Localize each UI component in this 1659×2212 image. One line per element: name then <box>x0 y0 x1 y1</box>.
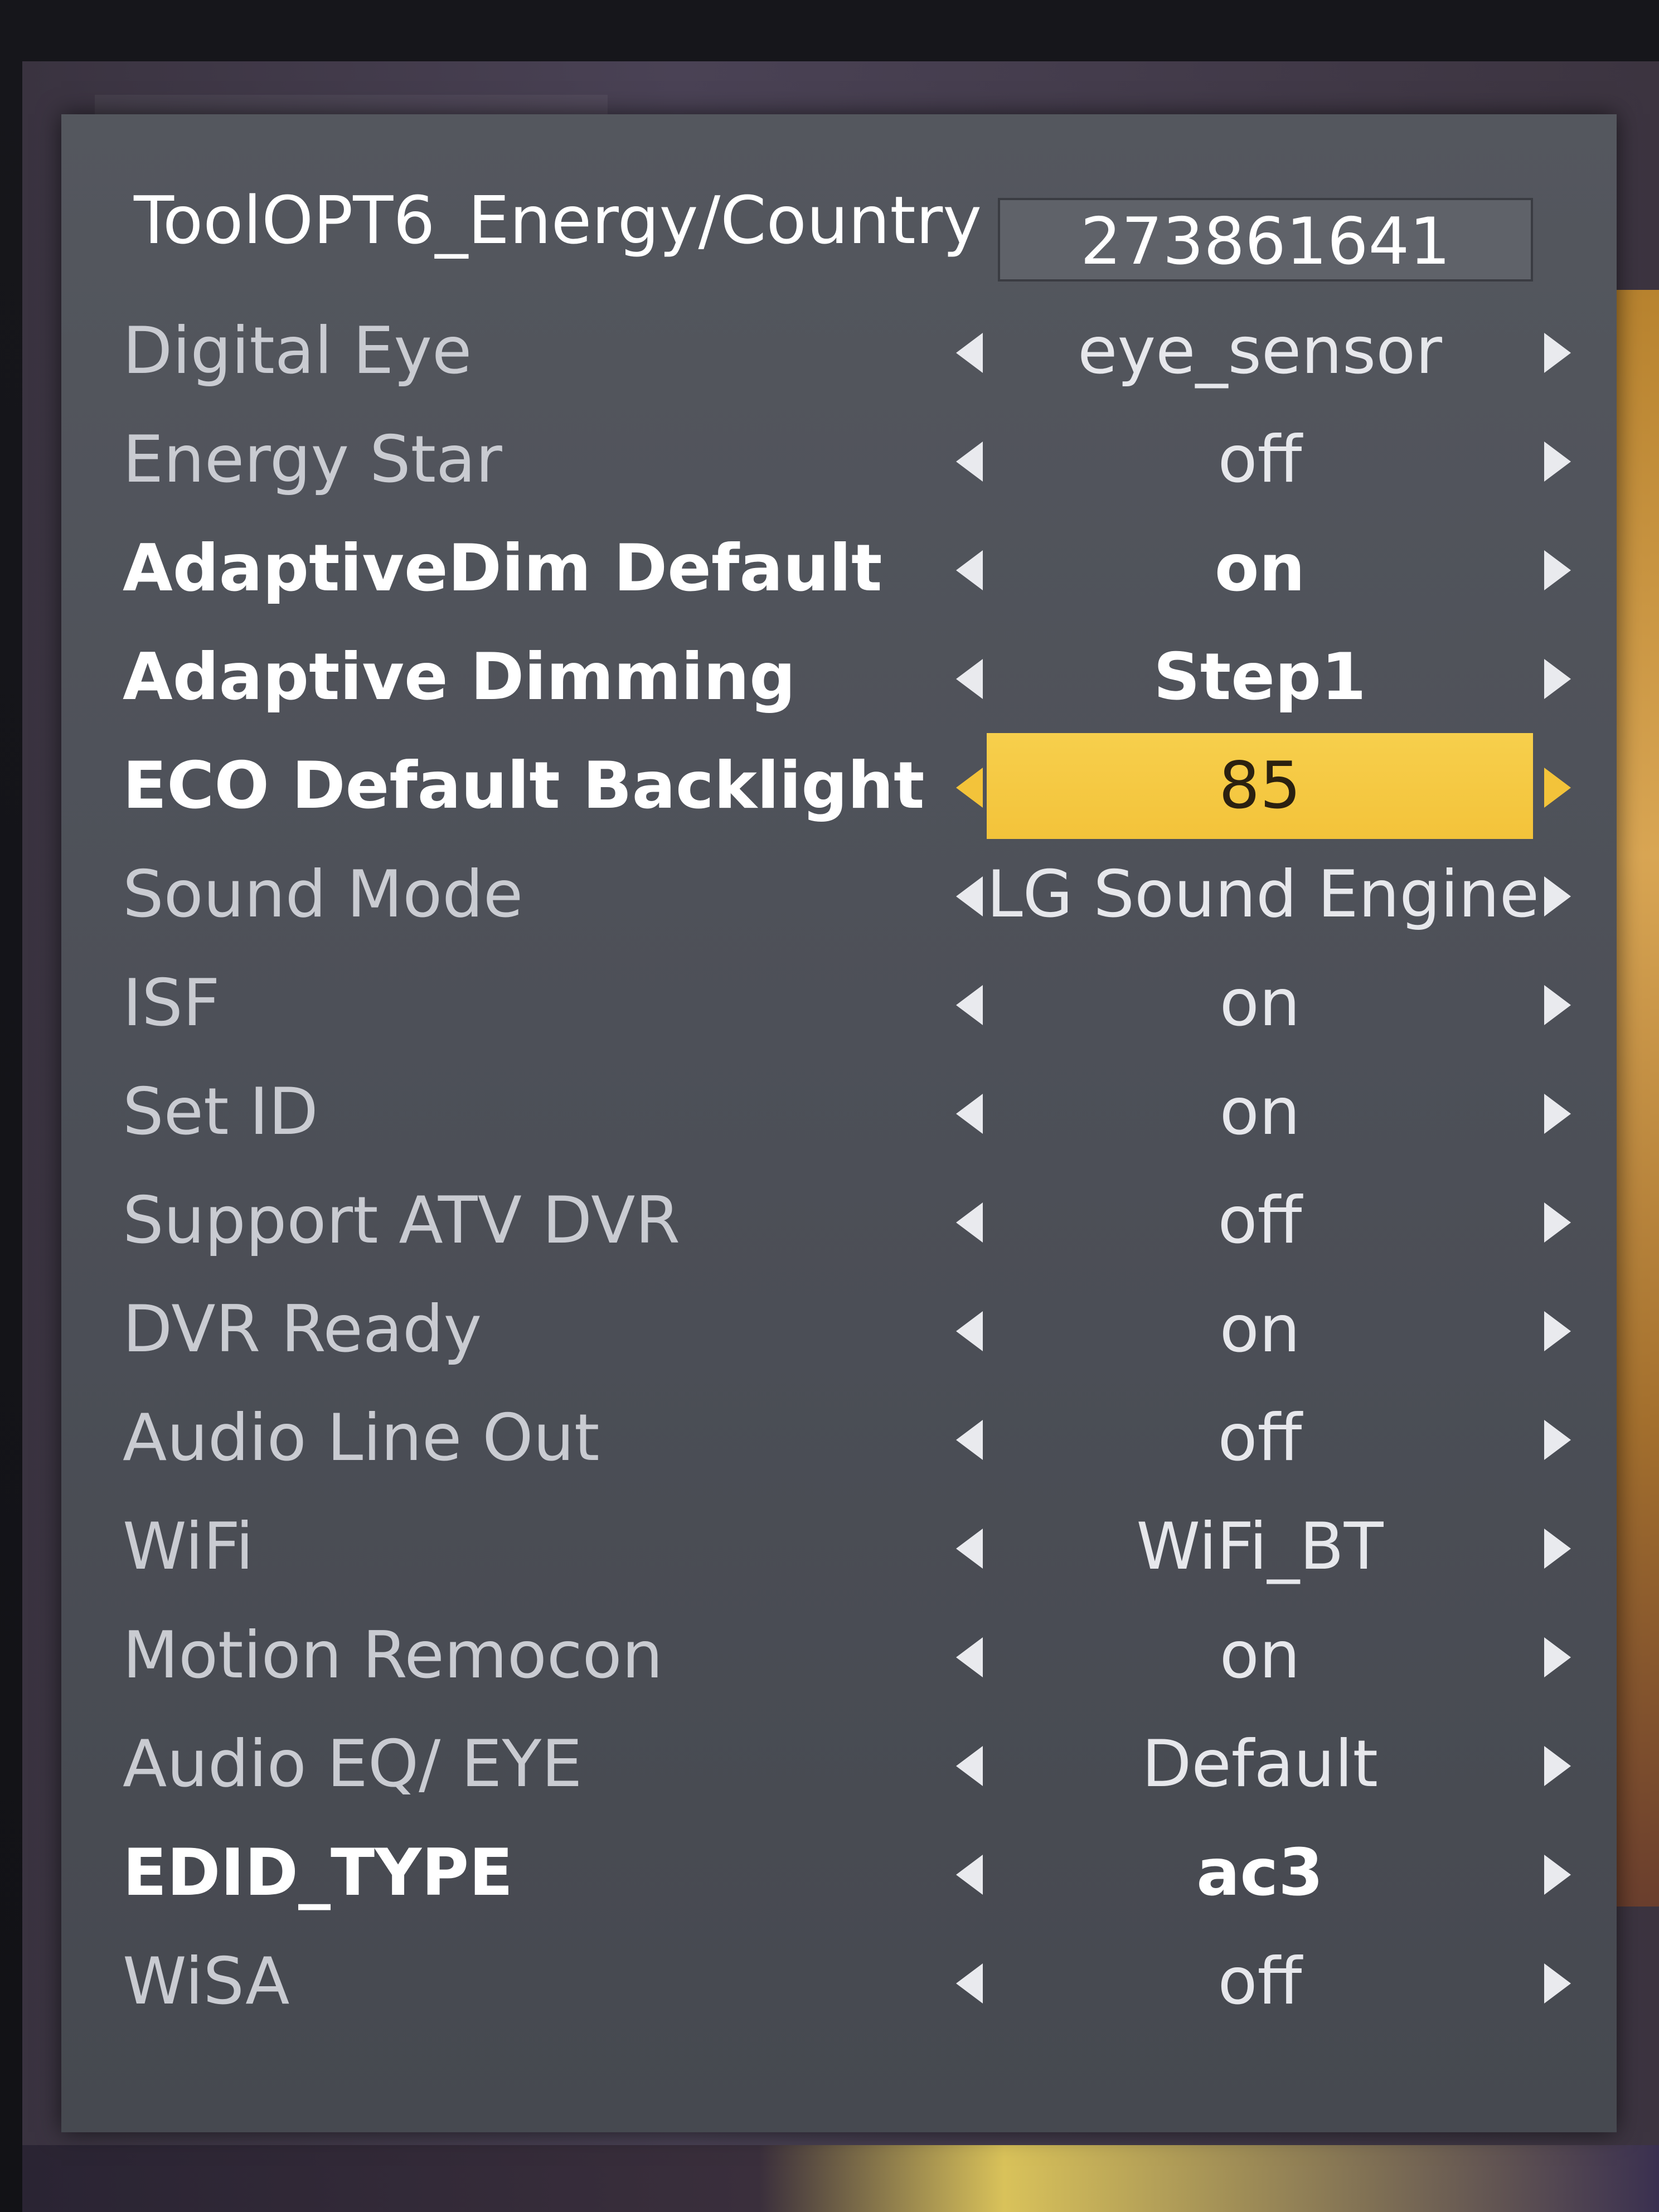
chevron-left-icon[interactable] <box>956 1094 983 1134</box>
menu-row-value[interactable]: ac3 <box>987 1820 1533 1926</box>
chevron-right-icon[interactable] <box>1544 985 1571 1025</box>
chevron-left-icon[interactable] <box>956 1529 983 1569</box>
chevron-right-icon[interactable] <box>1544 1855 1571 1895</box>
chevron-left-icon[interactable] <box>956 985 983 1025</box>
menu-row-label: EDID_TYPE <box>123 1835 513 1910</box>
menu-row-label: Energy Star <box>123 422 502 497</box>
menu-row-value[interactable]: off <box>987 1168 1533 1274</box>
menu-row[interactable]: AdaptiveDim Default on <box>61 516 1617 622</box>
menu-row-label: WiFi <box>123 1509 254 1584</box>
menu-row-value[interactable]: Step1 <box>987 624 1533 730</box>
chevron-left-icon[interactable] <box>956 768 983 808</box>
menu-row-label: Audio Line Out <box>123 1400 600 1476</box>
chevron-right-icon[interactable] <box>1544 876 1571 916</box>
chevron-left-icon[interactable] <box>956 550 983 590</box>
menu-row-value[interactable]: off <box>987 1929 1533 2035</box>
menu-row-value[interactable]: off <box>987 407 1533 513</box>
menu-row-label: Sound Mode <box>123 857 523 932</box>
chevron-left-icon[interactable] <box>956 1311 983 1351</box>
chevron-left-icon[interactable] <box>956 333 983 373</box>
background-bottom-strip <box>22 2145 1659 2212</box>
menu-row-label: DVR Ready <box>123 1292 482 1367</box>
menu-row-value[interactable]: LG Sound Engine <box>987 842 1539 948</box>
chevron-left-icon[interactable] <box>956 1420 983 1460</box>
menu-row-value[interactable]: off <box>987 1385 1533 1491</box>
menu-row-label: WiSA <box>123 1944 290 2019</box>
menu-row[interactable]: ISF on <box>61 950 1617 1056</box>
menu-title: ToolOPT6_Energy/Country <box>134 182 982 259</box>
chevron-right-icon[interactable] <box>1544 1529 1571 1569</box>
menu-row-value[interactable]: 85 <box>987 733 1533 839</box>
chevron-right-icon[interactable] <box>1544 768 1571 808</box>
menu-row-value[interactable]: on <box>987 1603 1533 1709</box>
chevron-right-icon[interactable] <box>1544 442 1571 482</box>
menu-row-value[interactable]: eye_sensor <box>987 298 1533 404</box>
menu-row-label: Set ID <box>123 1074 318 1149</box>
menu-row[interactable]: WiSA off <box>61 1929 1617 2035</box>
chevron-left-icon[interactable] <box>956 1637 983 1677</box>
menu-row[interactable]: EDID_TYPE ac3 <box>61 1820 1617 1926</box>
chevron-left-icon[interactable] <box>956 1202 983 1243</box>
menu-row-label: Support ATV DVR <box>123 1183 681 1258</box>
menu-row[interactable]: Sound Mode LG Sound Engine <box>61 842 1617 948</box>
menu-row[interactable]: Audio EQ/ EYE Default <box>61 1711 1617 1817</box>
menu-row-value[interactable]: on <box>987 516 1533 622</box>
menu-row-label: Digital Eye <box>123 313 472 389</box>
chevron-right-icon[interactable] <box>1544 1746 1571 1786</box>
menu-row[interactable]: ECO Default Backlight 85 <box>61 733 1617 839</box>
menu-row-label: ISF <box>123 966 220 1041</box>
tool-option-value-field[interactable]: 273861641 <box>998 198 1533 282</box>
menu-row[interactable]: Energy Star off <box>61 407 1617 513</box>
chevron-right-icon[interactable] <box>1544 659 1571 699</box>
menu-row[interactable]: WiFi WiFi_BT <box>61 1494 1617 1600</box>
menu-row-value[interactable]: on <box>987 1059 1533 1165</box>
chevron-left-icon[interactable] <box>956 442 983 482</box>
chevron-left-icon[interactable] <box>956 1963 983 2004</box>
menu-row-value[interactable]: Default <box>987 1711 1533 1817</box>
menu-row[interactable]: DVR Ready on <box>61 1277 1617 1382</box>
chevron-right-icon[interactable] <box>1544 1637 1571 1677</box>
menu-row[interactable]: Set ID on <box>61 1059 1617 1165</box>
menu-row-value[interactable]: WiFi_BT <box>987 1494 1533 1600</box>
menu-row[interactable]: Digital Eye eye_sensor <box>61 298 1617 404</box>
chevron-right-icon[interactable] <box>1544 1420 1571 1460</box>
chevron-right-icon[interactable] <box>1544 333 1571 373</box>
chevron-left-icon[interactable] <box>956 1746 983 1786</box>
menu-row[interactable]: Motion Remocon on <box>61 1603 1617 1709</box>
menu-row-label: Motion Remocon <box>123 1618 663 1693</box>
menu-row-label: Adaptive Dimming <box>123 639 796 715</box>
menu-row[interactable]: Audio Line Out off <box>61 1385 1617 1491</box>
menu-row-value[interactable]: on <box>987 1277 1533 1382</box>
chevron-right-icon[interactable] <box>1544 1202 1571 1243</box>
menu-row-label: AdaptiveDim Default <box>123 531 882 606</box>
chevron-left-icon[interactable] <box>956 876 983 916</box>
service-menu-panel: ToolOPT6_Energy/Country 273861641 Digita… <box>61 114 1617 2132</box>
menu-row-value[interactable]: on <box>987 950 1533 1056</box>
chevron-right-icon[interactable] <box>1544 550 1571 590</box>
chevron-right-icon[interactable] <box>1544 1094 1571 1134</box>
chevron-left-icon[interactable] <box>956 1855 983 1895</box>
menu-row[interactable]: Support ATV DVR off <box>61 1168 1617 1274</box>
chevron-left-icon[interactable] <box>956 659 983 699</box>
menu-row-label: Audio EQ/ EYE <box>123 1726 583 1802</box>
chevron-right-icon[interactable] <box>1544 1311 1571 1351</box>
chevron-right-icon[interactable] <box>1544 1963 1571 2004</box>
menu-row[interactable]: Adaptive Dimming Step1 <box>61 624 1617 730</box>
menu-row-label: ECO Default Backlight <box>123 748 925 823</box>
